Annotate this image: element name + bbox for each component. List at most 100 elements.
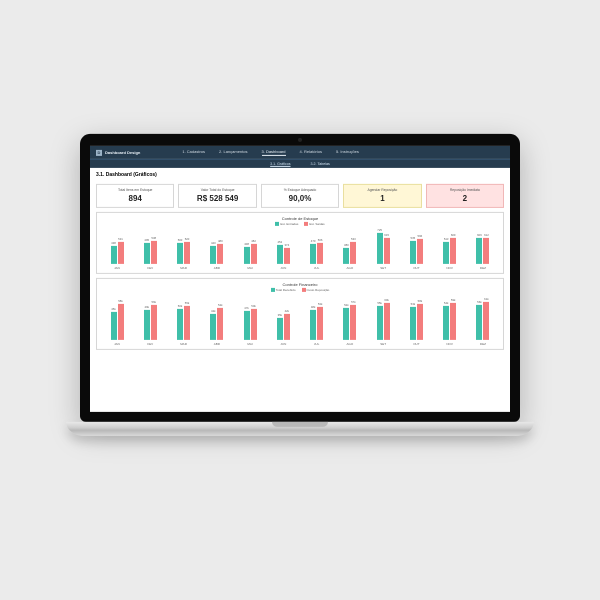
bar-pair: 53k58k <box>410 296 423 340</box>
bar-x-label: JUN <box>280 342 286 346</box>
bar-series-b: 55k <box>184 306 190 341</box>
legend-label: Est. Entradas <box>280 222 298 226</box>
bar-pair: 47k50k <box>244 296 257 340</box>
menu-item-instrucoes[interactable]: 5. Instruções <box>336 149 359 156</box>
bar-pair: 606612 <box>476 230 489 264</box>
bar-data-label: 55k <box>377 301 382 305</box>
menu-item-relatorios[interactable]: 4. Relatórios <box>300 149 322 156</box>
bar-group: 452374JUN <box>269 230 297 270</box>
bar-x-label: JAN <box>114 342 120 346</box>
bar-pair: 495538 <box>144 230 157 264</box>
bar-data-label: 408 <box>244 242 249 246</box>
bar-group: 440480ABR <box>203 230 231 270</box>
bar-x-label: MAR <box>180 266 187 270</box>
main-menu: 1. Cadastros 2. Lançamentos 3. Dashboard… <box>182 149 359 156</box>
bar-pair: 55k60k <box>377 296 390 340</box>
bar-group: 47k50kMAI <box>236 296 264 346</box>
chart-legend: Total Recebido Custo Reposição <box>101 288 499 292</box>
bar-pair: 42k52k <box>210 296 223 340</box>
bar-group: 513609NOV <box>436 230 464 270</box>
bar-data-label: 470 <box>311 239 316 243</box>
bar-series-b: 52k <box>217 308 223 341</box>
subtab-tabelas[interactable]: 3.2. Tabelas <box>311 162 330 166</box>
kpi-row: Total Itens em Estoque 894 Valor Total d… <box>96 184 504 208</box>
legend-item: Est. Saídas <box>304 222 324 226</box>
bar-group: 470506JUL <box>303 230 331 270</box>
bar-pair: 535596 <box>410 230 423 264</box>
bar-data-label: 615 <box>384 233 389 237</box>
bar-group: 54k59kNOV <box>436 296 464 346</box>
bar-data-label: 52k <box>344 303 349 307</box>
legend-label: Custo Reposição <box>307 288 330 292</box>
bar-series-b: 374 <box>284 248 290 264</box>
bar-pair: 438531 <box>111 230 124 264</box>
bar-data-label: 606 <box>477 233 482 237</box>
bar-x-label: NOV <box>446 342 453 346</box>
bar-series-a: 52k <box>343 308 349 341</box>
subtab-graficos[interactable]: 3.1. Gráficos <box>270 162 290 166</box>
bar-series-a: 408 <box>244 247 250 264</box>
bar-data-label: 438 <box>111 240 116 244</box>
legend-swatch-icon <box>304 222 308 226</box>
bar-series-a: 45k <box>111 312 117 340</box>
chart-bars: 438531JAN495538FEV500520MAR440480ABR4084… <box>101 228 499 270</box>
bar-series-b: 53k <box>317 307 323 340</box>
bar-series-a: 513 <box>443 242 449 264</box>
bar-series-a: 606 <box>476 238 482 264</box>
bar-series-b: 57k <box>350 304 356 340</box>
bar-group: 55k60kSET <box>369 296 397 346</box>
kpi-value: R$ 528 549 <box>197 194 238 203</box>
bar-series-a: 42k <box>210 314 216 340</box>
bar-series-b: 506 <box>317 243 323 265</box>
kpi-reposicao-imediata: Reposição Imediata 2 <box>426 184 504 208</box>
bar-group: 56k61kDEZ <box>469 296 497 346</box>
bar-data-label: 55k <box>185 301 190 305</box>
bar-x-label: AGO <box>347 266 354 270</box>
bar-pair: 49k56k <box>144 296 157 340</box>
bar-data-label: 506 <box>318 238 323 242</box>
menu-item-dashboard[interactable]: 3. Dashboard <box>262 149 286 156</box>
kpi-value: 90,0% <box>289 194 312 203</box>
bar-data-label: 52k <box>218 303 223 307</box>
bar-series-b: 533 <box>350 241 356 264</box>
bar-data-label: 609 <box>451 233 456 237</box>
sub-nav: 3.1. Gráficos 3.2. Tabelas <box>90 159 510 168</box>
bar-series-b: 531 <box>118 242 124 265</box>
page-title: 3.1. Dashboard (Gráficos) <box>96 172 504 178</box>
kpi-valor-total: Valor Total do Estoque R$ 528 549 <box>178 184 256 208</box>
bar-data-label: 56k <box>152 300 157 304</box>
brand-logo-icon: D <box>96 149 102 155</box>
bar-group: 48k53kJUL <box>303 296 331 346</box>
bar-series-a: 35k <box>277 318 283 340</box>
bar-series-a: 470 <box>310 244 316 264</box>
bar-data-label: 56k <box>477 300 482 304</box>
bar-x-label: MAR <box>180 342 187 346</box>
bar-data-label: 42k <box>285 309 290 313</box>
bar-data-label: 480 <box>218 239 223 243</box>
bar-data-label: 50k <box>251 304 256 308</box>
bar-series-a: 725 <box>377 233 383 264</box>
menu-item-lancamentos[interactable]: 2. Lançamentos <box>219 149 247 156</box>
bar-series-a: 47k <box>244 311 250 341</box>
legend-swatch-icon <box>275 222 279 226</box>
bar-data-label: 53k <box>411 302 416 306</box>
kpi-total-itens: Total Itens em Estoque 894 <box>96 184 174 208</box>
bar-series-b: 609 <box>450 238 456 264</box>
legend-item: Est. Entradas <box>275 222 298 226</box>
bar-series-a: 53k <box>410 307 416 340</box>
bar-pair: 35k 42k <box>277 296 290 340</box>
bar-series-b: 612 <box>483 238 489 264</box>
bar-pair: 408482 <box>244 230 257 264</box>
legend-label: Est. Saídas <box>309 222 324 226</box>
bar-data-label: 596 <box>418 234 423 238</box>
bar-pair: 513609 <box>443 230 456 264</box>
bar-data-label: 42k <box>211 309 216 313</box>
kpi-label: Valor Total do Estoque <box>201 188 235 192</box>
bar-series-a: 380 <box>343 248 349 264</box>
menu-item-cadastros[interactable]: 1. Cadastros <box>182 149 205 156</box>
bar-data-label: 45k <box>111 307 116 311</box>
bar-group: 52k57kAGO <box>336 296 364 346</box>
bar-series-b: 50k <box>251 309 257 340</box>
chart-controle-financeiro: Controle Financeiro Total Recebido Custo… <box>96 278 504 350</box>
legend-swatch-icon <box>271 288 275 292</box>
